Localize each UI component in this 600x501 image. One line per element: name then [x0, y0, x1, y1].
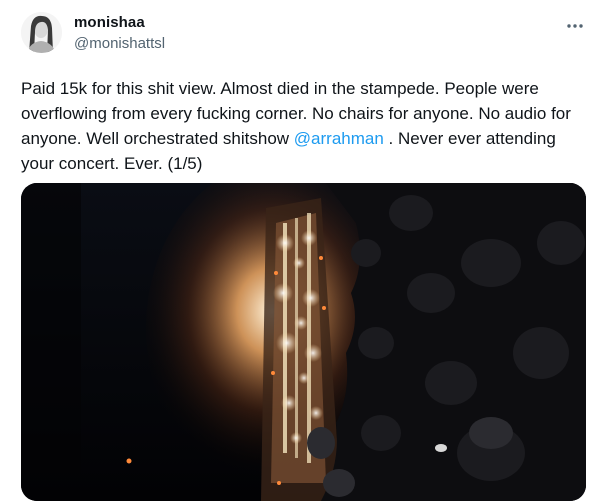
- author-handle[interactable]: @monishattsl: [74, 35, 165, 52]
- tweet: monishaa @monishattsl Paid 15k for this …: [0, 0, 600, 501]
- concert-photo: [21, 183, 586, 501]
- more-options-button[interactable]: [560, 14, 590, 38]
- tweet-photo[interactable]: [21, 183, 586, 501]
- mention-link[interactable]: @arrahman: [294, 129, 384, 148]
- avatar[interactable]: [21, 12, 62, 53]
- tweet-text: Paid 15k for this shit view. Almost died…: [21, 76, 591, 176]
- author-name[interactable]: monishaa: [74, 14, 145, 31]
- more-horizontal-icon: [567, 24, 583, 28]
- avatar-image: [21, 12, 62, 53]
